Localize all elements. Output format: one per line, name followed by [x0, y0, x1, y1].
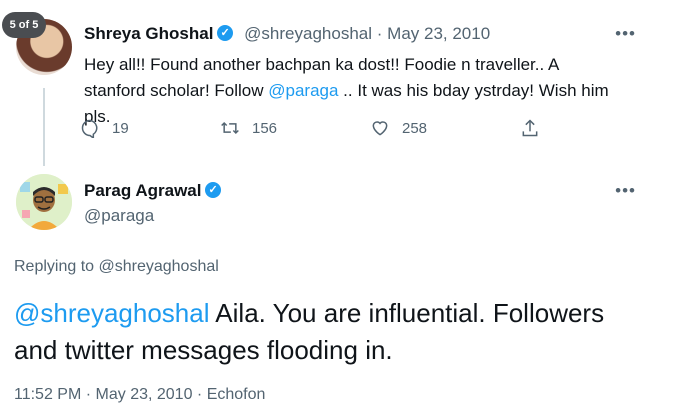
heart-icon	[372, 121, 388, 136]
reply-text: @shreyaghoshal Aila. You are influential…	[14, 295, 654, 369]
avatar-parag[interactable]	[16, 174, 72, 230]
avatar-illustration	[16, 174, 72, 230]
retweet-button[interactable]: 156	[220, 118, 277, 138]
verified-icon	[217, 25, 234, 41]
author-name[interactable]: Shreya Ghoshal	[84, 24, 213, 43]
reply-author-name[interactable]: Parag Agrawal	[84, 181, 201, 200]
reply-author[interactable]: Parag Agrawal	[84, 181, 222, 201]
retweet-icon	[221, 121, 239, 135]
comment-icon	[81, 119, 98, 138]
reply-button[interactable]: 19	[80, 118, 129, 138]
like-count: 258	[402, 119, 428, 137]
thread-connector	[43, 88, 45, 166]
mention-link[interactable]: @paraga	[268, 81, 338, 100]
share-button[interactable]	[520, 118, 540, 138]
like-button[interactable]: 258	[370, 118, 427, 138]
tweet-date[interactable]: May 23, 2010	[387, 24, 490, 43]
author-handle[interactable]: @shreyaghoshal	[244, 24, 372, 43]
share-icon	[522, 119, 538, 137]
reply-count: 19	[112, 119, 129, 137]
reply-author-handle[interactable]: @paraga	[84, 206, 154, 226]
tweet-text: Hey all!! Found another bachpan ka dost!…	[84, 52, 624, 130]
more-icon[interactable]: •••	[615, 181, 636, 201]
retweet-count: 156	[252, 119, 278, 137]
image-counter-badge: 5 of 5	[2, 12, 46, 38]
verified-icon	[205, 182, 222, 198]
replying-to-label[interactable]: Replying to @shreyaghoshal	[14, 258, 219, 276]
date-separator: ·	[376, 24, 383, 43]
more-icon[interactable]: •••	[615, 24, 636, 44]
reply-meta[interactable]: 11:52 PM · May 23, 2010 · Echofon	[14, 386, 265, 404]
mention-link[interactable]: @shreyaghoshal	[14, 298, 210, 328]
tweet-header: Shreya Ghoshal @shreyaghoshal · May 23, …	[84, 24, 490, 44]
